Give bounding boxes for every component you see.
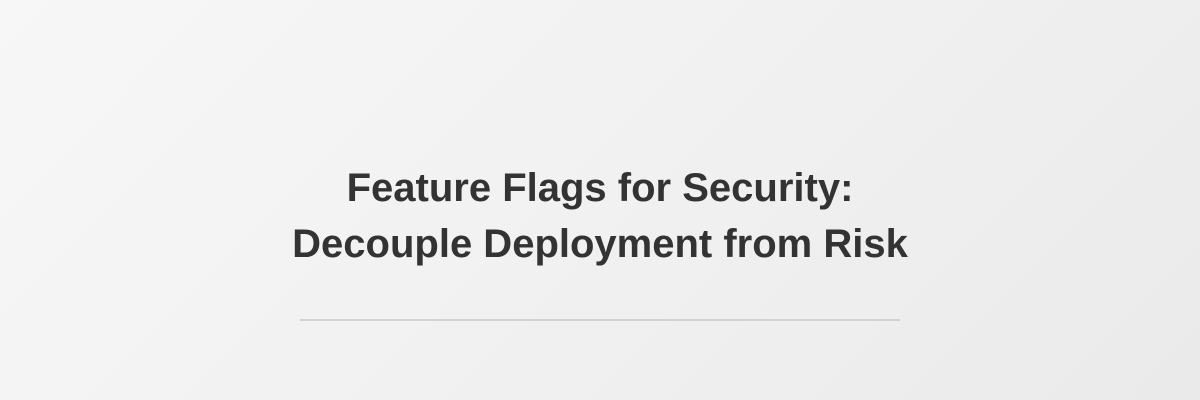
title-banner: Feature Flags for Security: Decouple Dep… xyxy=(0,0,1200,400)
page-title: Feature Flags for Security: Decouple Dep… xyxy=(0,160,1200,272)
title-line-2: Decouple Deployment from Risk xyxy=(292,222,908,266)
divider xyxy=(300,319,900,321)
title-line-1: Feature Flags for Security: xyxy=(346,166,854,210)
